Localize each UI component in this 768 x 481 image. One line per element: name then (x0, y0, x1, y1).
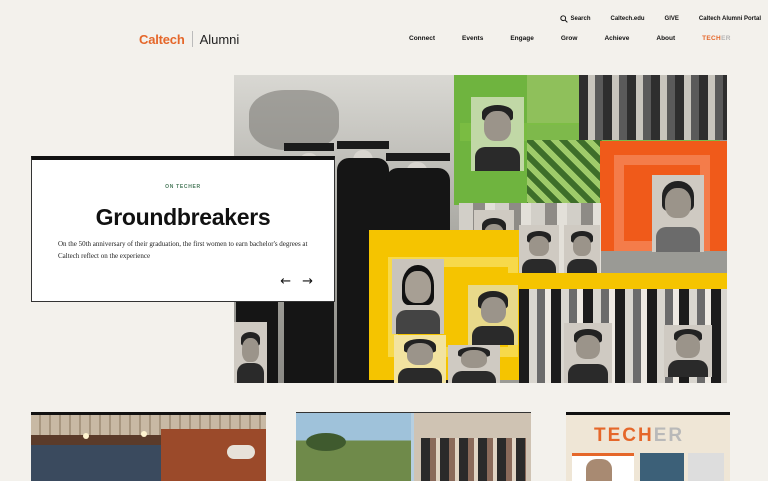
techer-logo-prefix: TECH (594, 425, 654, 446)
give-link[interactable]: GIVE (665, 16, 679, 22)
feature-description: On the 50th anniversary of their graduat… (58, 240, 308, 260)
nav-connect[interactable]: Connect (409, 35, 435, 42)
nav-about[interactable]: About (656, 35, 675, 42)
nav-events[interactable]: Events (462, 35, 483, 42)
story-card-image[interactable] (31, 412, 266, 481)
cover-portrait (586, 459, 612, 481)
wall-sign (227, 445, 255, 459)
portrait-photo (519, 225, 559, 275)
portrait-photo (564, 323, 612, 383)
feature-card[interactable]: ON TECHER Groundbreakers On the 50th ann… (31, 156, 335, 302)
portrait-photo (448, 345, 500, 383)
magazine-cover-thumbnail (688, 453, 724, 481)
portrait-photo (471, 97, 524, 171)
tree-shape (306, 433, 346, 451)
previous-arrow-icon[interactable]: ← (280, 274, 291, 289)
portrait-photo (652, 175, 704, 252)
techer-logo-suffix: ER (653, 425, 685, 446)
alumni-portal-link[interactable]: Caltech Alumni Portal (699, 16, 761, 22)
nav-techer-suffix: ER (721, 35, 731, 42)
utility-bar: Search Caltech.edu GIVE Caltech Alumni P… (559, 15, 761, 23)
portrait-photo (392, 259, 444, 334)
crowd-photo (579, 75, 727, 140)
feature-eyebrow: ON TECHER (165, 184, 201, 190)
ceiling-light-icon (83, 433, 89, 439)
caltech-edu-link[interactable]: Caltech.edu (611, 16, 645, 22)
story-card-image[interactable] (296, 412, 531, 481)
techer-card[interactable]: TECHER (566, 412, 730, 481)
people-group (421, 438, 526, 481)
techer-logo: TECHER (594, 425, 684, 447)
portrait-photo (394, 335, 446, 383)
green-block (527, 75, 587, 125)
search-link[interactable]: Search (559, 15, 591, 23)
nav-grow[interactable]: Grow (561, 35, 578, 42)
search-icon (559, 15, 568, 23)
search-label: Search (570, 16, 591, 22)
portrait-photo (664, 325, 712, 377)
nav-achieve[interactable]: Achieve (604, 35, 629, 42)
portrait-photo (234, 322, 267, 383)
portrait-photo (564, 225, 600, 275)
logo-divider (191, 31, 193, 47)
green-texture (527, 140, 602, 210)
carousel-controls: ← → (280, 274, 313, 289)
alumni-wordmark: Alumni (199, 31, 240, 47)
room-interior (31, 445, 161, 481)
magazine-cover-thumbnail (640, 453, 684, 481)
nav-techer[interactable]: TECHER (702, 35, 731, 42)
yellow-stripe (414, 273, 727, 289)
nav-engage[interactable]: Engage (510, 35, 533, 42)
next-arrow-icon[interactable]: → (302, 274, 313, 289)
ceiling-light-icon (141, 431, 147, 437)
portrait-photo (468, 285, 518, 345)
main-nav: Connect Events Engage Grow Achieve About… (409, 35, 731, 42)
caltech-wordmark: Caltech (139, 31, 185, 47)
feature-title[interactable]: Groundbreakers (32, 204, 334, 231)
site-logo[interactable]: Caltech Alumni (139, 31, 239, 47)
nav-techer-prefix: TECH (702, 35, 722, 42)
